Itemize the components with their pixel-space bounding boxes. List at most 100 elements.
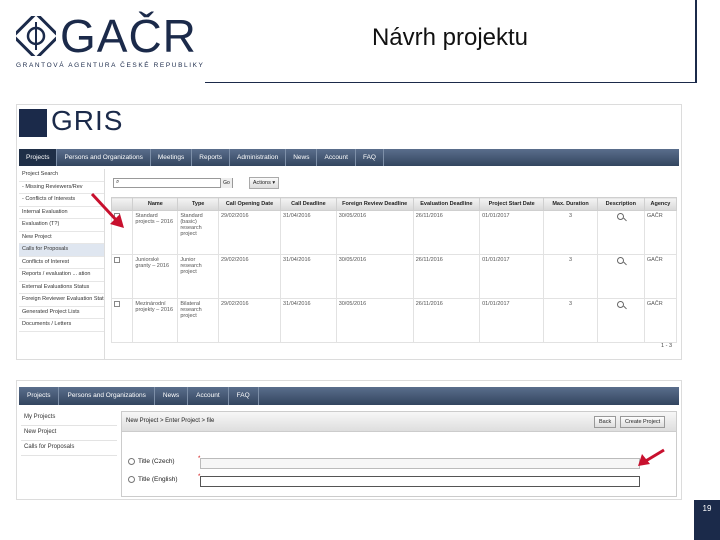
sidebar-item-project-search[interactable]: Project Search: [19, 169, 104, 182]
sidebar-item-calls[interactable]: Calls for Proposals: [19, 244, 104, 257]
field-label: Title (English): [138, 476, 178, 484]
table-row[interactable]: Standard projects – 2016 Standard (basic…: [110, 210, 678, 255]
field-row-title-en: Title (English): [128, 476, 178, 483]
nav-account[interactable]: Account: [317, 149, 356, 166]
nav-persons-orgs[interactable]: Persons and Organizations: [59, 387, 155, 405]
breadcrumb: New Project > Enter Project > file: [126, 418, 215, 424]
row-checkbox[interactable]: [114, 301, 120, 307]
magnifier-icon[interactable]: [617, 213, 625, 220]
calls-table: Name Type Call Opening Date Call Deadlin…: [110, 197, 678, 343]
cell-opening: 29/02/2016: [217, 210, 282, 255]
cell-start-date: 01/01/2017: [479, 210, 545, 255]
col-type[interactable]: Type: [177, 197, 219, 211]
gacr-emblem-icon: [16, 16, 56, 56]
sidebar-item-new-project[interactable]: New Project: [21, 426, 117, 441]
cell-name[interactable]: Mezinárodní projekty – 2016: [132, 298, 179, 343]
nav-account[interactable]: Account: [188, 387, 229, 405]
new-project-form: New Project > Enter Project > file Back …: [121, 411, 677, 497]
search-go-button[interactable]: Go: [220, 178, 232, 188]
table-header-row: Name Type Call Opening Date Call Deadlin…: [110, 197, 678, 211]
nav-projects[interactable]: Projects: [19, 149, 58, 166]
col-description[interactable]: Description: [596, 197, 645, 211]
nav-news[interactable]: News: [155, 387, 189, 405]
col-eval-deadline[interactable]: Evaluation Deadline: [412, 197, 481, 211]
gris-call-list-screenshot: GRIS Projects Persons and Organizations …: [16, 104, 682, 360]
col-start-date[interactable]: Project Start Date: [479, 197, 545, 211]
back-button[interactable]: Back: [594, 416, 617, 428]
sidebar-item-new-project[interactable]: New Project: [19, 232, 104, 244]
pager: 1 - 3: [661, 343, 673, 349]
field-label: Title (Czech): [138, 458, 175, 466]
cell-deadline: 31/04/2016: [280, 254, 337, 299]
cell-agency: GAČR: [643, 254, 678, 299]
sidebar-item-my-projects[interactable]: My Projects: [21, 411, 117, 426]
gris-wordmark: GRIS: [51, 105, 124, 136]
col-agency[interactable]: Agency: [643, 197, 678, 211]
cell-type: Bilateral research project: [177, 298, 219, 343]
nav-persons-orgs[interactable]: Persons and Organizations: [57, 149, 151, 166]
col-duration[interactable]: Max. Duration: [543, 197, 598, 211]
gris-new-project-screenshot: Projects Persons and Organizations News …: [16, 380, 682, 500]
nav-reports[interactable]: Reports: [192, 149, 231, 166]
info-icon: [128, 476, 135, 483]
table-row[interactable]: Mezinárodní projekty – 2016 Bilateral re…: [110, 298, 678, 343]
cell-foreign-deadline: 30/05/2016: [335, 298, 414, 343]
nav-faq[interactable]: FAQ: [356, 149, 384, 166]
red-arrow-icon: [638, 448, 665, 466]
main-nav: Projects Persons and Organizations News …: [19, 387, 679, 405]
nav-administration[interactable]: Administration: [230, 149, 287, 166]
cell-foreign-deadline: 30/05/2016: [335, 210, 414, 255]
nav-meetings[interactable]: Meetings: [151, 149, 193, 166]
table-row[interactable]: Juniorské granty – 2016 Junior research …: [110, 254, 678, 299]
cell-agency: GAČR: [643, 210, 678, 255]
main-nav: Projects Persons and Organizations Meeti…: [19, 149, 679, 166]
col-name[interactable]: Name: [132, 197, 179, 211]
create-project-button[interactable]: Create Project: [620, 416, 666, 428]
magnifier-icon[interactable]: [617, 257, 625, 264]
sidebar-item-documents[interactable]: Documents / Letters: [19, 319, 104, 332]
nav-projects[interactable]: Projects: [19, 387, 60, 405]
cell-name[interactable]: Standard projects – 2016: [132, 210, 179, 255]
sidebar-item-project-lists[interactable]: Generated Project Lists: [19, 307, 104, 319]
search-input[interactable]: ⌕ Go: [113, 178, 233, 188]
sidebar-item-foreign-reviewer[interactable]: Foreign Reviewer Evaluation Status: [19, 294, 104, 307]
cell-deadline: 31/04/2016: [280, 298, 337, 343]
col-deadline[interactable]: Call Deadline: [280, 197, 337, 211]
sidebar-item-reports[interactable]: Reports / evaluation ... ation: [19, 269, 104, 282]
col-foreign-deadline[interactable]: Foreign Review Deadline: [335, 197, 414, 211]
actions-menu[interactable]: Actions ▾: [249, 177, 279, 189]
page-number: 19: [694, 500, 720, 540]
divider: [205, 82, 697, 83]
cell-type: Junior research project: [177, 254, 219, 299]
sidebar-item-calls[interactable]: Calls for Proposals: [21, 441, 117, 456]
search-icon: ⌕: [116, 179, 120, 185]
sidebar-item-conflicts-of-interest[interactable]: Conflicts of Interest: [19, 257, 104, 269]
cell-duration: 3: [543, 298, 598, 343]
gris-mark-icon: [19, 109, 47, 137]
cell-foreign-deadline: 30/05/2016: [335, 254, 414, 299]
row-checkbox[interactable]: [114, 257, 120, 263]
cell-opening: 29/02/2016: [217, 254, 282, 299]
cell-type: Standard (basic) research project: [177, 210, 219, 255]
cell-start-date: 01/01/2017: [479, 254, 545, 299]
field-row-title-cz: Title (Czech): [128, 458, 175, 465]
cell-deadline: 31/04/2016: [280, 210, 337, 255]
slide-title: Návrh projektu: [371, 24, 529, 51]
logo-tagline: GRANTOVÁ AGENTURA ČESKÉ REPUBLIKY: [16, 62, 205, 69]
nav-faq[interactable]: FAQ: [229, 387, 259, 405]
sidebar-item-external-evals[interactable]: External Evaluations Status: [19, 282, 104, 294]
nav-news[interactable]: News: [286, 149, 318, 166]
title-english-field[interactable]: [200, 476, 640, 487]
magnifier-icon[interactable]: [617, 301, 625, 308]
cell-eval-deadline: 26/11/2016: [412, 298, 481, 343]
cell-name[interactable]: Juniorské granty – 2016: [132, 254, 179, 299]
cell-start-date: 01/01/2017: [479, 298, 545, 343]
info-icon: [128, 458, 135, 465]
cell-eval-deadline: 26/11/2016: [412, 210, 481, 255]
col-opening[interactable]: Call Opening Date: [217, 197, 282, 211]
cell-duration: 3: [543, 210, 598, 255]
cell-eval-deadline: 26/11/2016: [412, 254, 481, 299]
red-arrow-icon: [90, 192, 124, 228]
title-czech-field[interactable]: [200, 458, 640, 469]
divider: [695, 0, 697, 82]
